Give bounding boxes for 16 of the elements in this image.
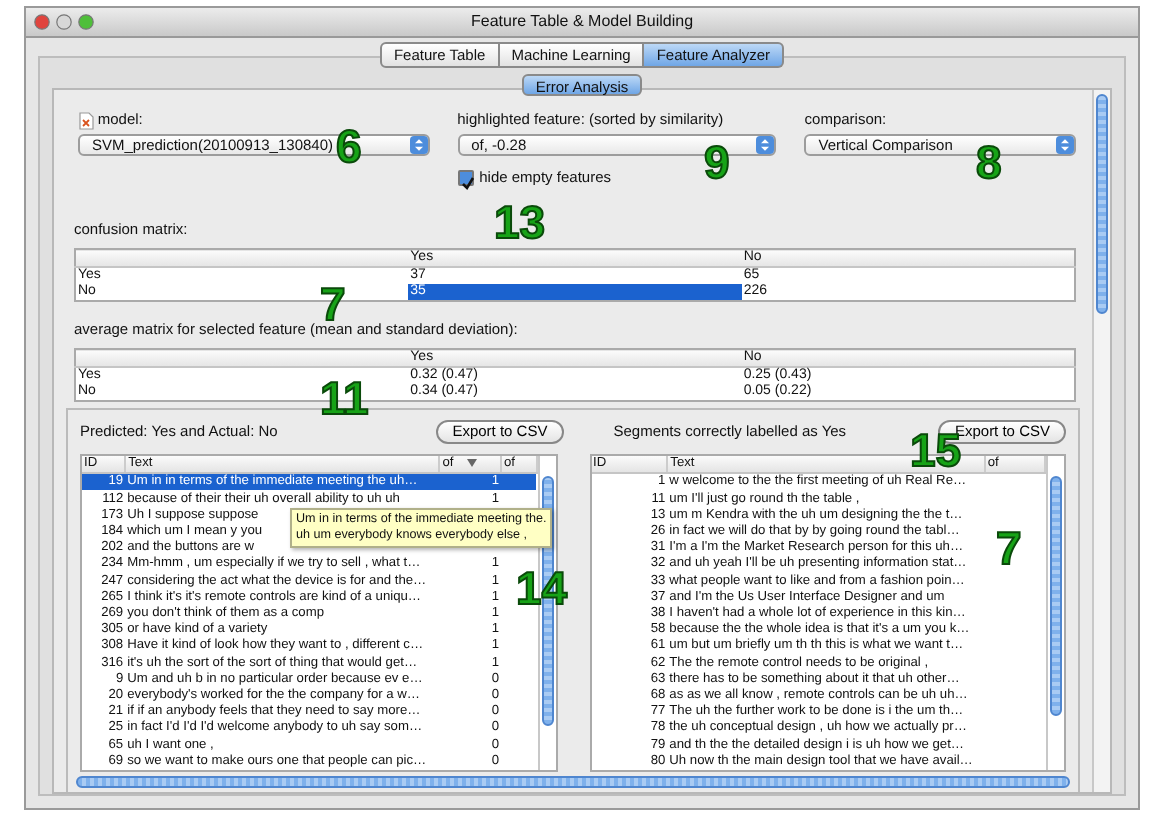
close-button[interactable]: [34, 14, 50, 30]
zoom-button[interactable]: [78, 14, 94, 30]
scroll-bar[interactable]: [76, 776, 1070, 788]
window-title: Feature Table & Model Building: [470, 10, 694, 34]
callout-number: 13: [494, 200, 546, 246]
checkbox[interactable]: [457, 170, 474, 186]
minimize-button[interactable]: [56, 14, 72, 30]
document-icon: [78, 111, 94, 129]
scroll-bar[interactable]: [1050, 476, 1062, 716]
scroll-bar[interactable]: [1096, 94, 1108, 314]
stepper-icon: [409, 136, 428, 154]
stepper-icon: [1056, 136, 1074, 154]
stepper-icon: [756, 136, 775, 154]
callout-number: 7: [996, 526, 1022, 572]
callout-number: 7: [320, 282, 346, 328]
callout-number: 11: [320, 376, 369, 422]
